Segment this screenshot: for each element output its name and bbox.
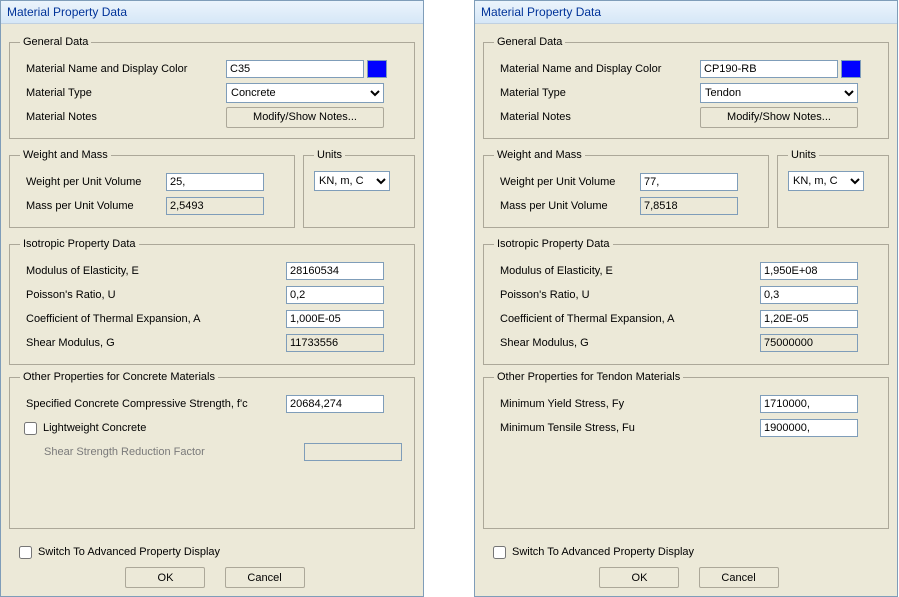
material-name-input[interactable] xyxy=(226,60,364,78)
e-label: Modulus of Elasticity, E xyxy=(20,265,286,277)
wpuv-input[interactable] xyxy=(166,173,264,191)
a-label: Coefficient of Thermal Expansion, A xyxy=(20,313,286,325)
e-input[interactable] xyxy=(760,262,858,280)
units-select[interactable]: KN, m, C xyxy=(314,171,390,191)
weight-legend: Weight and Mass xyxy=(494,149,585,161)
fc-input[interactable] xyxy=(286,395,384,413)
u-label: Poisson's Ratio, U xyxy=(494,289,760,301)
g-input xyxy=(286,334,384,352)
fy-label: Minimum Yield Stress, Fy xyxy=(494,398,760,410)
units-select[interactable]: KN, m, C xyxy=(788,171,864,191)
advanced-label: Switch To Advanced Property Display xyxy=(38,546,220,558)
material-type-label: Material Type xyxy=(494,87,700,99)
advanced-checkbox[interactable] xyxy=(493,546,506,559)
general-legend: General Data xyxy=(20,36,91,48)
u-input[interactable] xyxy=(286,286,384,304)
other-properties-group: Other Properties for Concrete Materials … xyxy=(9,371,415,529)
other-legend: Other Properties for Concrete Materials xyxy=(20,371,218,383)
fu-label: Minimum Tensile Stress, Fu xyxy=(494,422,760,434)
units-legend: Units xyxy=(314,149,345,161)
material-dialog-tendon: Material Property Data General Data Mate… xyxy=(474,0,898,597)
general-data-group: General Data Material Name and Display C… xyxy=(483,36,889,139)
material-name-input[interactable] xyxy=(700,60,838,78)
fy-input[interactable] xyxy=(760,395,858,413)
general-data-group: General Data Material Name and Display C… xyxy=(9,36,415,139)
wpuv-label: Weight per Unit Volume xyxy=(20,176,166,188)
g-label: Shear Modulus, G xyxy=(494,337,760,349)
cancel-button[interactable]: Cancel xyxy=(699,567,779,588)
ssrf-label: Shear Strength Reduction Factor xyxy=(20,446,304,458)
mpuv-label: Mass per Unit Volume xyxy=(494,200,640,212)
modify-notes-button[interactable]: Modify/Show Notes... xyxy=(700,107,858,128)
weight-mass-group: Weight and Mass Weight per Unit Volume M… xyxy=(9,149,295,228)
material-type-label: Material Type xyxy=(20,87,226,99)
isotropic-group: Isotropic Property Data Modulus of Elast… xyxy=(9,238,415,365)
fu-input[interactable] xyxy=(760,419,858,437)
e-input[interactable] xyxy=(286,262,384,280)
other-properties-group: Other Properties for Tendon Materials Mi… xyxy=(483,371,889,529)
isotropic-group: Isotropic Property Data Modulus of Elast… xyxy=(483,238,889,365)
title-bar: Material Property Data xyxy=(1,1,423,24)
color-swatch[interactable] xyxy=(841,60,861,78)
material-notes-label: Material Notes xyxy=(20,111,226,123)
u-input[interactable] xyxy=(760,286,858,304)
modify-notes-button[interactable]: Modify/Show Notes... xyxy=(226,107,384,128)
material-name-label: Material Name and Display Color xyxy=(20,63,226,75)
ok-button[interactable]: OK xyxy=(599,567,679,588)
e-label: Modulus of Elasticity, E xyxy=(494,265,760,277)
units-group: Units KN, m, C xyxy=(303,149,415,228)
g-input xyxy=(760,334,858,352)
general-legend: General Data xyxy=(494,36,565,48)
lightweight-label: Lightweight Concrete xyxy=(43,422,146,434)
ssrf-input xyxy=(304,443,402,461)
material-dialog-concrete: Material Property Data General Data Mate… xyxy=(0,0,424,597)
units-legend: Units xyxy=(788,149,819,161)
material-type-select[interactable]: Tendon xyxy=(700,83,858,103)
g-label: Shear Modulus, G xyxy=(20,337,286,349)
material-name-label: Material Name and Display Color xyxy=(494,63,700,75)
color-swatch[interactable] xyxy=(367,60,387,78)
units-group: Units KN, m, C xyxy=(777,149,889,228)
weight-legend: Weight and Mass xyxy=(20,149,111,161)
weight-mass-group: Weight and Mass Weight per Unit Volume M… xyxy=(483,149,769,228)
advanced-checkbox[interactable] xyxy=(19,546,32,559)
mpuv-label: Mass per Unit Volume xyxy=(20,200,166,212)
fc-label: Specified Concrete Compressive Strength,… xyxy=(20,398,286,410)
cancel-button[interactable]: Cancel xyxy=(225,567,305,588)
a-input[interactable] xyxy=(760,310,858,328)
wpuv-input[interactable] xyxy=(640,173,738,191)
iso-legend: Isotropic Property Data xyxy=(20,238,139,250)
advanced-label: Switch To Advanced Property Display xyxy=(512,546,694,558)
wpuv-label: Weight per Unit Volume xyxy=(494,176,640,188)
ok-button[interactable]: OK xyxy=(125,567,205,588)
a-input[interactable] xyxy=(286,310,384,328)
mpuv-input xyxy=(166,197,264,215)
title-bar: Material Property Data xyxy=(475,1,897,24)
lightweight-checkbox[interactable] xyxy=(24,422,37,435)
other-legend: Other Properties for Tendon Materials xyxy=(494,371,683,383)
material-type-select[interactable]: Concrete xyxy=(226,83,384,103)
iso-legend: Isotropic Property Data xyxy=(494,238,613,250)
mpuv-input xyxy=(640,197,738,215)
a-label: Coefficient of Thermal Expansion, A xyxy=(494,313,760,325)
material-notes-label: Material Notes xyxy=(494,111,700,123)
u-label: Poisson's Ratio, U xyxy=(20,289,286,301)
